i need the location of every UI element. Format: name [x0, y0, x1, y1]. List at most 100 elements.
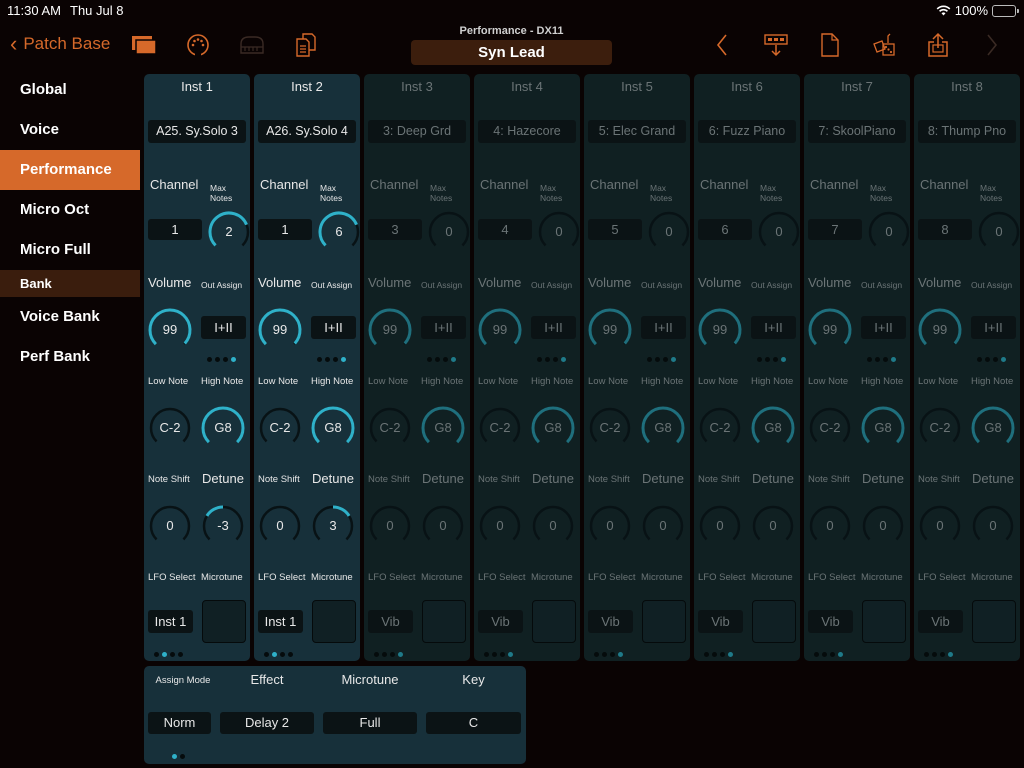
lfo-select[interactable]: Vib [698, 610, 743, 633]
lfo-select[interactable]: Vib [588, 610, 633, 633]
max-notes-knob[interactable]: 0 [647, 210, 691, 254]
out-assign-select[interactable]: I+II [861, 316, 906, 339]
channel-field[interactable]: 4 [478, 219, 532, 240]
patch-select[interactable]: 5: Elec Grand [588, 120, 686, 143]
page-indicator[interactable] [154, 652, 183, 657]
out-assign-select[interactable]: I+II [531, 316, 576, 339]
microtune-toggle[interactable] [972, 600, 1016, 643]
sidebar-item-micro-full[interactable]: Micro Full [0, 230, 140, 270]
lfo-select[interactable]: Vib [478, 610, 523, 633]
out-assign-select[interactable]: I+II [971, 316, 1016, 339]
detune-knob[interactable]: 0 [751, 504, 795, 548]
note-shift-knob[interactable]: 0 [478, 504, 522, 548]
volume-knob[interactable]: 99 [147, 307, 193, 353]
channel-field[interactable]: 1 [258, 219, 312, 240]
send-to-synth-icon[interactable] [762, 32, 790, 58]
page-indicator[interactable] [172, 754, 185, 759]
new-document-icon[interactable] [816, 32, 844, 58]
microtune-toggle[interactable] [642, 600, 686, 643]
detune-knob[interactable]: 0 [861, 504, 905, 548]
note-shift-knob[interactable]: 0 [148, 504, 192, 548]
max-notes-knob[interactable]: 0 [867, 210, 911, 254]
sidebar-item-voice-bank[interactable]: Voice Bank [0, 297, 140, 337]
lfo-select[interactable]: Inst 1 [258, 610, 303, 633]
out-assign-select[interactable]: I+II [311, 316, 356, 339]
effect-select[interactable]: Delay 2 [220, 712, 314, 734]
volume-knob[interactable]: 99 [367, 307, 413, 353]
volume-knob[interactable]: 99 [697, 307, 743, 353]
note-shift-knob[interactable]: 0 [588, 504, 632, 548]
low-note-knob[interactable]: C-2 [918, 406, 962, 450]
page-indicator[interactable] [264, 652, 293, 657]
random-dice-icon[interactable] [870, 32, 898, 58]
max-notes-knob[interactable]: 2 [207, 210, 251, 254]
lfo-select[interactable]: Inst 1 [148, 610, 193, 633]
patch-select[interactable]: A25. Sy.Solo 3 [148, 120, 246, 143]
share-icon[interactable] [924, 32, 952, 58]
high-note-knob[interactable]: G8 [200, 405, 246, 451]
high-note-knob[interactable]: G8 [750, 405, 796, 451]
page-indicator[interactable] [374, 652, 403, 657]
volume-knob[interactable]: 99 [917, 307, 963, 353]
patch-select[interactable]: A26. Sy.Solo 4 [258, 120, 356, 143]
note-shift-knob[interactable]: 0 [808, 504, 852, 548]
sidebar-item-performance[interactable]: Performance [0, 150, 140, 190]
channel-field[interactable]: 5 [588, 219, 642, 240]
volume-knob[interactable]: 99 [807, 307, 853, 353]
low-note-knob[interactable]: C-2 [258, 406, 302, 450]
next-chevron-icon[interactable] [978, 32, 1006, 58]
key-select[interactable]: C [426, 712, 521, 734]
detune-knob[interactable]: 3 [311, 504, 355, 548]
lfo-select[interactable]: Vib [918, 610, 963, 633]
low-note-knob[interactable]: C-2 [148, 406, 192, 450]
patch-select[interactable]: 7: SkoolPiano [808, 120, 906, 143]
lfo-select[interactable]: Vib [808, 610, 853, 633]
patch-select[interactable]: 4: Hazecore [478, 120, 576, 143]
note-shift-knob[interactable]: 0 [918, 504, 962, 548]
sidebar-item-voice[interactable]: Voice [0, 110, 140, 150]
high-note-knob[interactable]: G8 [640, 405, 686, 451]
microtune-toggle[interactable] [532, 600, 576, 643]
channel-field[interactable]: 3 [368, 219, 422, 240]
high-note-knob[interactable]: G8 [970, 405, 1016, 451]
low-note-knob[interactable]: C-2 [478, 406, 522, 450]
page-indicator[interactable] [594, 652, 623, 657]
folders-icon[interactable] [130, 32, 158, 58]
assign-mode-select[interactable]: Norm [148, 712, 211, 734]
microtune-toggle[interactable] [202, 600, 246, 643]
volume-knob[interactable]: 99 [477, 307, 523, 353]
lfo-select[interactable]: Vib [368, 610, 413, 633]
max-notes-knob[interactable]: 0 [427, 210, 471, 254]
patch-select[interactable]: 6: Fuzz Piano [698, 120, 796, 143]
sidebar-item-perf-bank[interactable]: Perf Bank [0, 337, 140, 377]
channel-field[interactable]: 1 [148, 219, 202, 240]
high-note-knob[interactable]: G8 [310, 405, 356, 451]
patch-name-field[interactable]: Syn Lead [411, 40, 612, 65]
low-note-knob[interactable]: C-2 [698, 406, 742, 450]
page-indicator[interactable] [814, 652, 843, 657]
detune-knob[interactable]: 0 [531, 504, 575, 548]
low-note-knob[interactable]: C-2 [588, 406, 632, 450]
page-indicator[interactable] [484, 652, 513, 657]
out-assign-select[interactable]: I+II [201, 316, 246, 339]
copy-docs-icon[interactable] [292, 32, 320, 58]
page-indicator[interactable] [924, 652, 953, 657]
low-note-knob[interactable]: C-2 [808, 406, 852, 450]
page-indicator[interactable] [704, 652, 733, 657]
microtune-toggle[interactable] [752, 600, 796, 643]
midi-port-icon[interactable] [184, 32, 212, 58]
high-note-knob[interactable]: G8 [530, 405, 576, 451]
note-shift-knob[interactable]: 0 [258, 504, 302, 548]
note-shift-knob[interactable]: 0 [368, 504, 412, 548]
max-notes-knob[interactable]: 6 [317, 210, 361, 254]
back-button[interactable]: ‹ Patch Base [10, 33, 110, 55]
note-shift-knob[interactable]: 0 [698, 504, 742, 548]
microtune-select[interactable]: Full [323, 712, 417, 734]
microtune-toggle[interactable] [312, 600, 356, 643]
high-note-knob[interactable]: G8 [420, 405, 466, 451]
detune-knob[interactable]: -3 [201, 504, 245, 548]
microtune-toggle[interactable] [422, 600, 466, 643]
channel-field[interactable]: 8 [918, 219, 972, 240]
volume-knob[interactable]: 99 [587, 307, 633, 353]
channel-field[interactable]: 6 [698, 219, 752, 240]
